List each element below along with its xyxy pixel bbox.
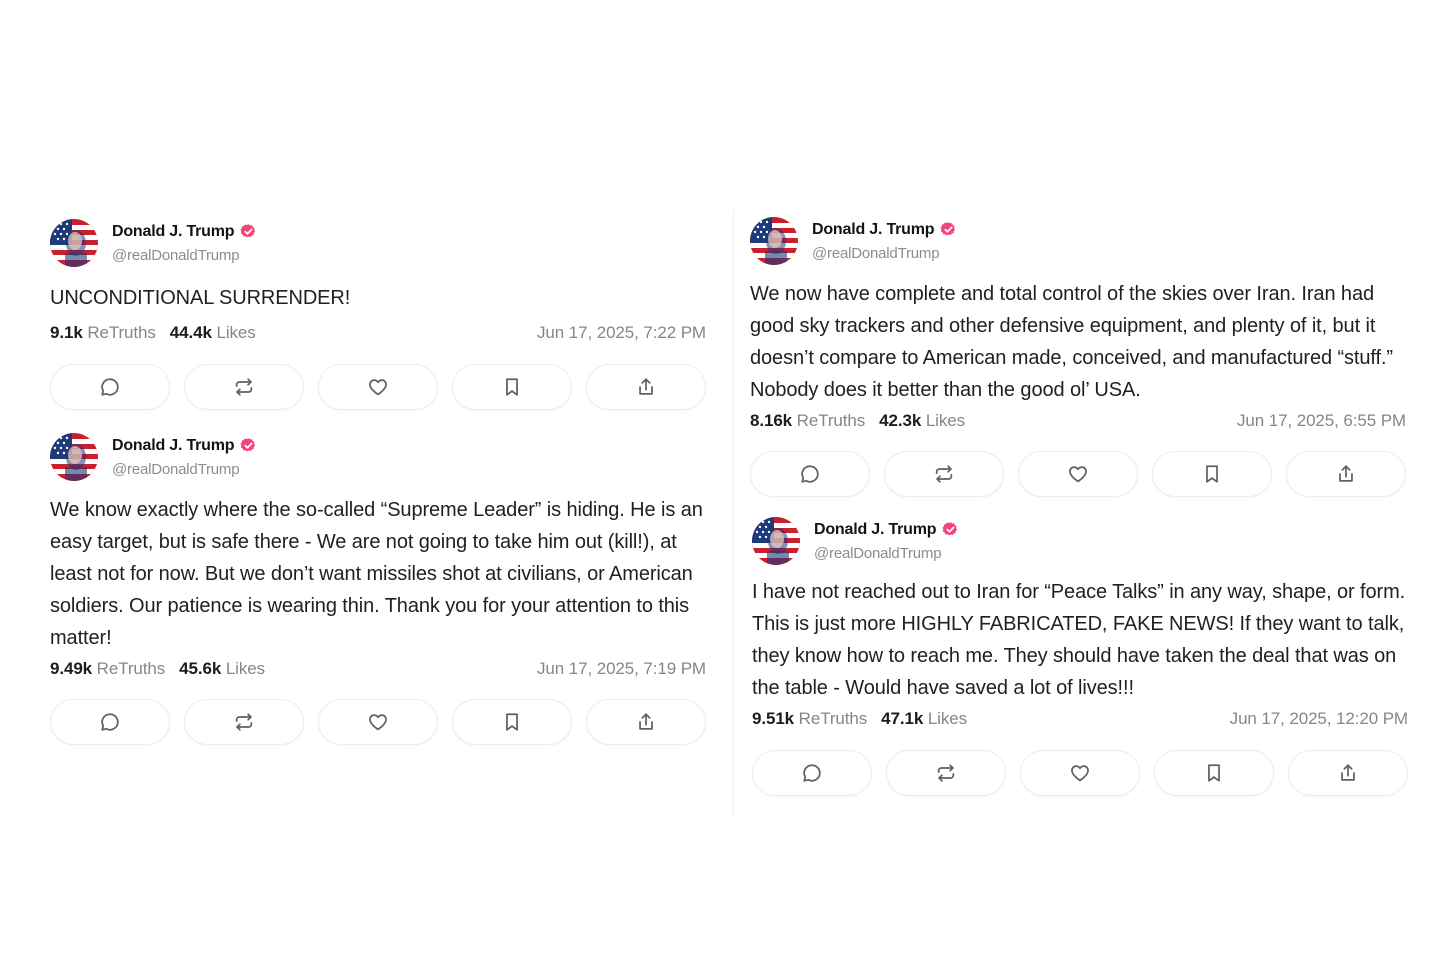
reply-icon — [801, 465, 819, 483]
post-header: Donald J. Trump @realDonaldTrump — [50, 218, 706, 268]
bookmark-icon — [1206, 465, 1218, 483]
share-icon — [1341, 764, 1355, 781]
action-bar — [752, 750, 1408, 796]
retruth-count[interactable]: 9.49k — [50, 659, 92, 678]
author-handle[interactable]: @realDonaldTrump — [814, 545, 959, 562]
retruth-button[interactable] — [884, 451, 1004, 497]
like-button[interactable] — [318, 699, 438, 745]
reply-button[interactable] — [750, 451, 870, 497]
retruth-label[interactable]: ReTruths — [799, 709, 868, 728]
like-label[interactable]: Likes — [928, 709, 967, 728]
retruth-count[interactable]: 8.16k — [750, 411, 792, 430]
verified-badge-icon — [240, 223, 257, 240]
retruth-button[interactable] — [886, 750, 1006, 796]
retruth-count[interactable]: 9.51k — [752, 709, 794, 728]
post: Donald J. Trump @realDonaldTrump UNCONDI… — [50, 218, 706, 410]
reply-button[interactable] — [50, 364, 170, 410]
share-button[interactable] — [586, 699, 706, 745]
like-button[interactable] — [1020, 750, 1140, 796]
like-icon — [1071, 765, 1089, 782]
like-count[interactable]: 44.4k — [170, 323, 212, 342]
like-count[interactable]: 42.3k — [879, 411, 921, 430]
avatar[interactable] — [50, 219, 98, 267]
like-count[interactable]: 47.1k — [881, 709, 923, 728]
author-name[interactable]: Donald J. Trump — [814, 521, 937, 539]
bookmark-button[interactable] — [452, 699, 572, 745]
share-icon — [639, 713, 653, 730]
share-button[interactable] — [1286, 451, 1406, 497]
post-stats: 9.1k ReTruths 44.4k Likes — [50, 323, 256, 343]
action-bar — [50, 699, 706, 745]
post: Donald J. Trump @realDonaldTrump We now … — [750, 216, 1406, 497]
post-stats: 9.49k ReTruths 45.6k Likes — [50, 659, 265, 679]
post-timestamp[interactable]: Jun 17, 2025, 7:19 PM — [537, 659, 706, 679]
column-divider — [733, 210, 734, 815]
bookmark-icon — [506, 713, 518, 731]
retruth-icon — [935, 465, 953, 483]
retruth-label[interactable]: ReTruths — [797, 411, 866, 430]
post-stats: 9.51k ReTruths 47.1k Likes — [752, 709, 967, 729]
post-stats: 8.16k ReTruths 42.3k Likes — [750, 411, 965, 431]
share-icon — [1339, 465, 1353, 482]
author-name[interactable]: Donald J. Trump — [112, 223, 235, 241]
author-name[interactable]: Donald J. Trump — [112, 437, 235, 455]
retruth-count[interactable]: 9.1k — [50, 323, 83, 342]
author-handle[interactable]: @realDonaldTrump — [812, 245, 957, 262]
like-icon — [369, 714, 387, 731]
bookmark-icon — [506, 378, 518, 396]
verified-badge-icon — [942, 521, 959, 538]
reply-icon — [101, 713, 119, 731]
bookmark-button[interactable] — [1154, 750, 1274, 796]
retruth-icon — [235, 378, 253, 396]
like-label[interactable]: Likes — [926, 411, 965, 430]
post-timestamp[interactable]: Jun 17, 2025, 12:20 PM — [1230, 709, 1408, 729]
avatar[interactable] — [750, 217, 798, 265]
reply-button[interactable] — [50, 699, 170, 745]
reply-icon — [803, 764, 821, 782]
post-text: We now have complete and total control o… — [750, 283, 1393, 401]
bookmark-button[interactable] — [452, 364, 572, 410]
retruth-icon — [235, 713, 253, 731]
like-label[interactable]: Likes — [226, 659, 265, 678]
bookmark-icon — [1208, 764, 1220, 782]
post-timestamp[interactable]: Jun 17, 2025, 6:55 PM — [1237, 411, 1406, 431]
like-button[interactable] — [318, 364, 438, 410]
retruth-button[interactable] — [184, 699, 304, 745]
like-icon — [1069, 466, 1087, 483]
avatar[interactable] — [50, 433, 98, 481]
post: Donald J. Trump @realDonaldTrump I have … — [752, 516, 1408, 796]
like-button[interactable] — [1018, 451, 1138, 497]
retruth-icon — [937, 764, 955, 782]
post-text: I have not reached out to Iran for “Peac… — [752, 581, 1406, 699]
author-handle[interactable]: @realDonaldTrump — [112, 247, 257, 264]
post-header: Donald J. Trump @realDonaldTrump — [752, 516, 1408, 566]
verified-badge-icon — [940, 221, 957, 238]
post-header: Donald J. Trump @realDonaldTrump — [750, 216, 1406, 266]
retruth-button[interactable] — [184, 364, 304, 410]
post-timestamp[interactable]: Jun 17, 2025, 7:22 PM — [537, 323, 706, 343]
share-button[interactable] — [1288, 750, 1408, 796]
like-icon — [369, 379, 387, 396]
share-button[interactable] — [586, 364, 706, 410]
post-header: Donald J. Trump @realDonaldTrump — [50, 432, 706, 482]
post-text: We know exactly where the so-called “Sup… — [50, 499, 703, 649]
like-label[interactable]: Likes — [216, 323, 255, 342]
retruth-label[interactable]: ReTruths — [87, 323, 156, 342]
action-bar — [50, 364, 706, 410]
share-icon — [639, 378, 653, 395]
author-name[interactable]: Donald J. Trump — [812, 221, 935, 239]
reply-icon — [101, 378, 119, 396]
author-handle[interactable]: @realDonaldTrump — [112, 461, 257, 478]
avatar[interactable] — [752, 517, 800, 565]
reply-button[interactable] — [752, 750, 872, 796]
post: Donald J. Trump @realDonaldTrump We know… — [50, 432, 706, 745]
verified-badge-icon — [240, 437, 257, 454]
bookmark-button[interactable] — [1152, 451, 1272, 497]
action-bar — [750, 451, 1406, 497]
retruth-label[interactable]: ReTruths — [97, 659, 166, 678]
like-count[interactable]: 45.6k — [179, 659, 221, 678]
post-text: UNCONDITIONAL SURRENDER! — [50, 287, 351, 309]
